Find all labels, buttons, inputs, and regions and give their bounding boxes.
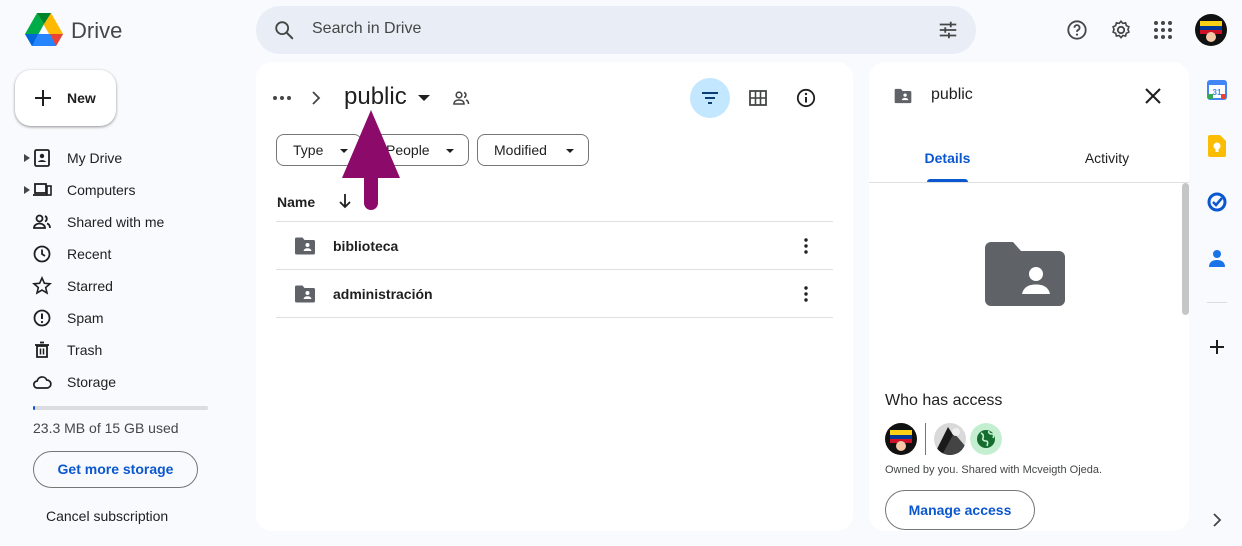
chevron-right-icon (304, 86, 328, 110)
table-row[interactable]: biblioteca (276, 222, 833, 269)
star-icon (32, 276, 52, 295)
calendar-icon[interactable]: 31 (1205, 78, 1229, 102)
storage-usage-text: 23.3 MB of 15 GB used (33, 420, 179, 436)
keep-icon[interactable] (1205, 134, 1229, 158)
scrollbar[interactable] (1182, 183, 1189, 315)
filter-chip-label: Modified (494, 142, 547, 158)
caret-down-icon[interactable] (414, 88, 434, 108)
search-icon[interactable] (272, 18, 296, 42)
filter-chip-modified[interactable]: Modified (477, 134, 589, 166)
trash-icon (35, 341, 49, 358)
sidebar-item-label: Spam (67, 310, 104, 326)
public-globe-icon[interactable] (970, 423, 1002, 455)
shared-folder-icon (295, 285, 315, 303)
sidebar-item-label: Computers (67, 182, 136, 198)
row-divider (276, 317, 833, 318)
sidebar-item-my-drive[interactable]: My Drive (0, 142, 240, 174)
annotation-arrow-icon (340, 108, 404, 214)
tasks-icon[interactable] (1205, 190, 1229, 214)
file-name: administración (333, 286, 433, 302)
filter-toggle-button[interactable] (690, 78, 730, 118)
sidebar-item-label: Shared with me (67, 214, 165, 230)
tabs-divider (869, 182, 1189, 183)
app-name: Drive (71, 18, 123, 43)
plus-icon (31, 86, 55, 110)
sidebar-item-label: My Drive (67, 150, 123, 166)
sidebar-item-computers[interactable]: Computers (0, 174, 240, 206)
drive-logo-icon[interactable] (24, 12, 64, 48)
sidebar-item-spam[interactable]: Spam (0, 302, 240, 334)
shared-folder-preview-icon (985, 242, 1065, 306)
sidebar-item-label: Starred (67, 278, 113, 294)
tab-details[interactable]: Details (905, 150, 990, 166)
more-vertical-icon[interactable] (794, 234, 818, 258)
ownership-text: Owned by you. Shared with Mcveigth Ojeda… (885, 464, 1103, 476)
shared-folder-icon (893, 86, 913, 106)
contacts-icon[interactable] (1205, 246, 1229, 270)
people-icon (33, 214, 51, 229)
add-addon-plus-icon[interactable] (1205, 335, 1229, 359)
tab-activity[interactable]: Activity (1062, 150, 1152, 166)
cloud-icon (33, 376, 52, 389)
sidebar-item-label: Recent (67, 246, 112, 262)
rail-divider (1207, 302, 1227, 303)
info-icon[interactable] (794, 86, 818, 110)
sidebar-item-recent[interactable]: Recent (0, 238, 240, 270)
sidebar-item-storage[interactable]: Storage (0, 366, 240, 398)
caret-down-icon (446, 149, 454, 153)
expand-arrow-icon[interactable] (24, 186, 30, 194)
storage-bar-fill (33, 406, 35, 410)
sidebar-item-label: Trash (67, 342, 103, 358)
details-title: public (931, 86, 973, 103)
sidebar-item-starred[interactable]: Starred (0, 270, 240, 302)
search-options-icon[interactable] (936, 18, 960, 42)
sidebar-item-shared-with-me[interactable]: Shared with me (0, 206, 240, 238)
who-has-access-heading: Who has access (885, 392, 1003, 409)
more-vertical-icon[interactable] (794, 282, 818, 306)
more-horizontal-icon[interactable] (270, 86, 294, 110)
cancel-subscription-link[interactable]: Cancel subscription (46, 508, 168, 524)
shared-people-icon[interactable] (451, 88, 471, 108)
filter-icon (702, 92, 718, 104)
my-drive-icon (34, 149, 50, 167)
account-avatar[interactable] (1195, 14, 1227, 46)
access-divider (925, 423, 926, 455)
search-input[interactable]: Search in Drive (312, 20, 421, 38)
clock-icon (33, 245, 51, 263)
grid-view-icon[interactable] (746, 86, 770, 110)
owner-avatar[interactable] (885, 423, 917, 455)
caret-down-icon (566, 149, 574, 153)
sidebar-item-trash[interactable]: Trash (0, 334, 240, 366)
folder-title[interactable]: public (344, 83, 407, 111)
filter-chip-label: Type (293, 142, 324, 158)
column-header-name[interactable]: Name (277, 194, 315, 210)
spam-icon (33, 309, 51, 327)
expand-arrow-icon[interactable] (24, 154, 30, 162)
shared-folder-icon (295, 237, 315, 255)
close-icon[interactable] (1141, 84, 1165, 108)
shared-user-avatar[interactable] (934, 423, 966, 455)
sidebar-item-label: Storage (67, 374, 117, 390)
computer-icon (33, 183, 52, 196)
storage-bar (33, 406, 208, 410)
help-icon[interactable] (1065, 18, 1089, 42)
apps-grid-icon[interactable] (1151, 18, 1175, 42)
table-row[interactable]: administración (276, 270, 833, 317)
settings-gear-icon[interactable] (1109, 18, 1133, 42)
svg-text:31: 31 (1213, 88, 1222, 97)
file-name: biblioteca (333, 238, 399, 254)
chevron-right-icon[interactable] (1205, 508, 1229, 532)
new-button-label: New (67, 90, 96, 106)
get-more-storage-label: Get more storage (57, 461, 174, 477)
manage-access-label: Manage access (908, 502, 1012, 518)
